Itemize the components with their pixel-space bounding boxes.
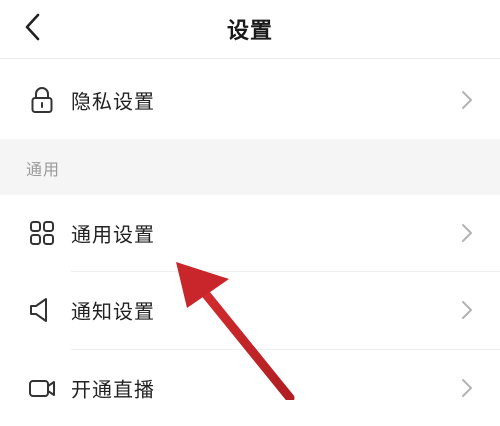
notification-settings-item[interactable]: 通知设置 — [0, 272, 500, 348]
video-camera-icon — [29, 380, 55, 397]
speaker-icon — [30, 298, 47, 322]
chevron-right-icon — [462, 379, 472, 397]
grid-apps-icon — [30, 221, 54, 245]
chevron-right-icon — [462, 91, 472, 109]
chevron-right-icon — [462, 301, 472, 319]
page-title: 设置 — [226, 19, 273, 44]
notification-settings-label: 通知设置 — [71, 299, 155, 324]
top-bar: 设置 — [0, 0, 500, 58]
general-settings-item[interactable]: 通用设置 — [0, 195, 500, 271]
chevron-right-icon — [462, 224, 472, 242]
lock-icon — [31, 87, 53, 113]
general-settings-label: 通用设置 — [71, 222, 155, 247]
section-header-general — [0, 139, 500, 195]
header-divider — [0, 58, 500, 59]
privacy-settings-label: 隐私设置 — [71, 89, 155, 114]
privacy-settings-item[interactable]: 隐私设置 — [0, 62, 500, 138]
go-live-label: 开通直播 — [71, 377, 155, 402]
go-live-item[interactable]: 开通直播 — [0, 350, 500, 426]
section-label-general: 通用 — [26, 160, 61, 179]
